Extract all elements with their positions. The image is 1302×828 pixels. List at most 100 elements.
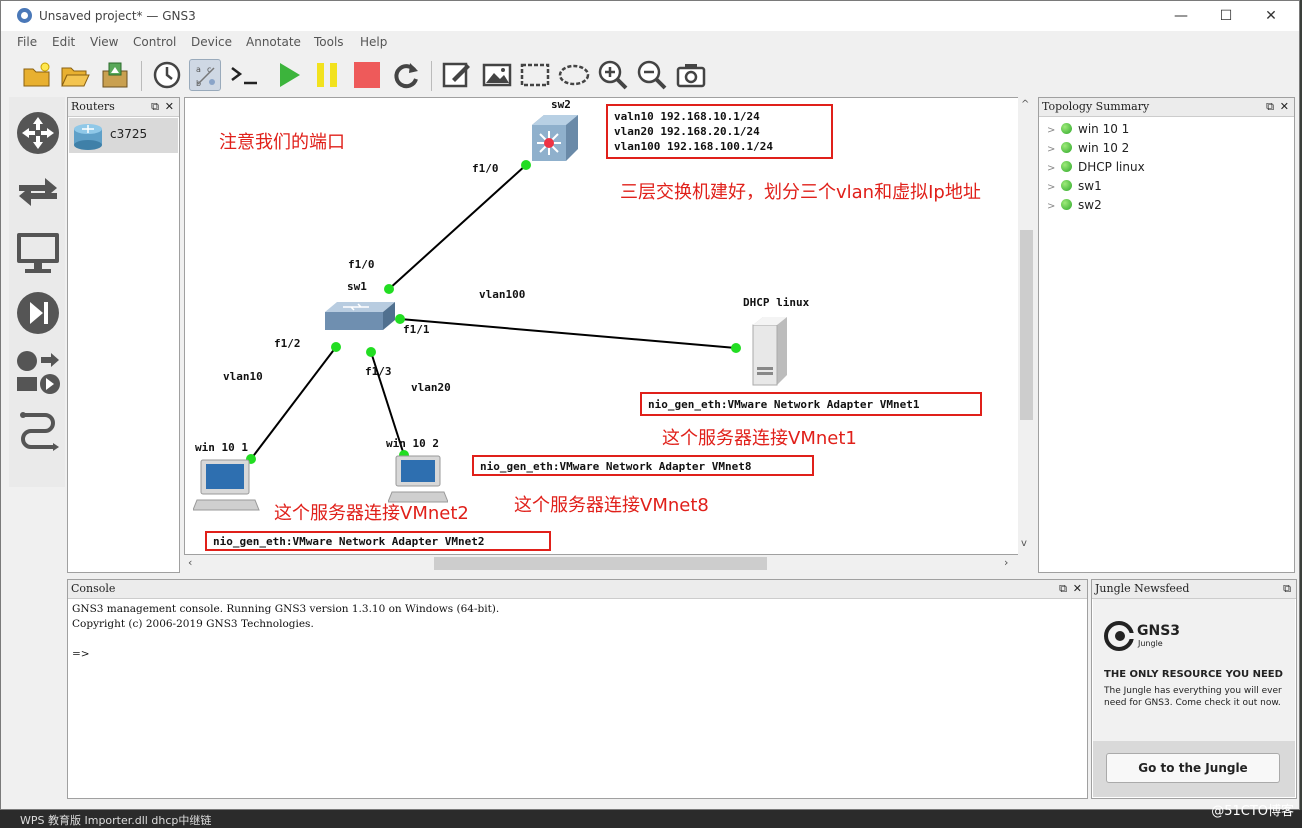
float-panel-icon[interactable]: ⧉ [1059, 580, 1067, 598]
end-devices-category-icon[interactable] [13, 227, 63, 279]
draw-rectangle-icon[interactable] [519, 59, 551, 91]
new-project-icon[interactable] [21, 59, 53, 91]
add-note-icon[interactable] [441, 59, 473, 91]
all-devices-category-icon[interactable] [13, 347, 63, 399]
expand-chevron-icon[interactable]: > [1047, 159, 1061, 178]
port-dot [331, 342, 341, 352]
scroll-right-icon[interactable]: › [1004, 556, 1008, 569]
status-green-icon [1061, 123, 1072, 134]
canvas-vertical-scrollbar[interactable]: ^ v [1018, 97, 1035, 555]
console-panel[interactable]: Console ⧉ ✕ GNS3 management console. Run… [67, 579, 1088, 799]
scroll-left-icon[interactable]: ‹ [188, 556, 192, 569]
vlan-ip-note: valn10 192.168.10.1/24 vlan20 192.168.20… [606, 104, 833, 159]
gns3-chameleon-logo-icon [1104, 621, 1135, 651]
menu-tools[interactable]: Tools [314, 35, 344, 49]
security-devices-category-icon[interactable] [13, 287, 63, 339]
pc-icon[interactable] [193, 458, 261, 516]
switches-category-icon[interactable] [13, 165, 63, 217]
topology-links [246, 160, 741, 464]
topology-item[interactable]: > sw1 [1047, 177, 1102, 196]
port-label: f1/0 [472, 162, 499, 175]
screenshot-icon[interactable] [675, 59, 707, 91]
multilayer-switch-icon[interactable] [528, 113, 580, 163]
gns3-window: Unsaved project* — GNS3 — ☐ ✕ File Edit … [0, 0, 1300, 810]
vmnet2-note: 这个服务器连接VMnet2 [274, 503, 469, 524]
menu-annotate[interactable]: Annotate [246, 35, 301, 49]
scroll-up-icon[interactable]: ^ [1021, 99, 1029, 110]
ports-note: 注意我们的端口 [219, 132, 345, 153]
console-prompt[interactable]: => [72, 647, 499, 662]
scroll-thumb[interactable] [434, 557, 767, 570]
router-item-c3725[interactable]: c3725 [69, 118, 178, 153]
minimize-button[interactable]: — [1161, 5, 1201, 27]
open-project-icon[interactable] [59, 59, 91, 91]
zoom-out-icon[interactable] [636, 59, 668, 91]
menu-view[interactable]: View [90, 35, 118, 49]
close-panel-icon[interactable]: ✕ [1280, 98, 1289, 116]
node-label-win1: win 10 1 [195, 441, 248, 454]
switch-icon[interactable] [323, 298, 397, 334]
menu-device[interactable]: Device [191, 35, 232, 49]
routers-panel-title: Routers [68, 98, 179, 117]
add-link-icon[interactable] [13, 407, 63, 459]
close-panel-icon[interactable]: ✕ [165, 98, 174, 116]
node-label-win2: win 10 2 [386, 437, 439, 450]
taskbar: WPS 教育版 Importer.dll dhcp中继链 [0, 810, 1302, 828]
topology-item[interactable]: > sw2 [1047, 196, 1102, 215]
topology-item[interactable]: > win 10 1 [1047, 120, 1129, 139]
start-all-icon[interactable] [273, 59, 305, 91]
topology-item[interactable]: > win 10 2 [1047, 139, 1129, 158]
topology-canvas[interactable]: sw2 f1/0 valn10 192.168.10.1/24 vlan20 1… [184, 97, 1019, 555]
maximize-button[interactable]: ☐ [1206, 5, 1246, 27]
canvas-horizontal-scrollbar[interactable]: ‹ › [184, 555, 1018, 572]
stop-all-icon[interactable] [351, 59, 383, 91]
topology-summary-panel: Topology Summary ⧉ ✕ > win 10 1 > win 10 2… [1038, 97, 1295, 573]
vlan-line: vlan20 192.168.20.1/24 [614, 125, 760, 138]
snapshot-clock-icon[interactable] [151, 59, 183, 91]
suspend-all-icon[interactable] [311, 59, 343, 91]
watermark: @51CTO博客 [1211, 804, 1294, 819]
router-item-label: c3725 [110, 127, 148, 141]
close-button[interactable]: ✕ [1251, 5, 1291, 27]
menu-edit[interactable]: Edit [52, 35, 75, 49]
float-panel-icon[interactable]: ⧉ [151, 98, 159, 116]
insert-picture-icon[interactable] [481, 59, 513, 91]
close-panel-icon[interactable]: ✕ [1073, 580, 1082, 598]
draw-ellipse-icon[interactable] [558, 59, 590, 91]
window-title: Unsaved project* — GNS3 [39, 9, 196, 23]
node-label-dhcp: DHCP linux [743, 296, 810, 309]
console-icon[interactable] [229, 59, 261, 91]
scroll-thumb[interactable] [1020, 230, 1033, 420]
node-label-sw1: sw1 [347, 280, 367, 293]
menu-file[interactable]: File [17, 35, 37, 49]
show-interface-labels-icon[interactable]: acb [189, 59, 221, 91]
scroll-down-icon[interactable]: v [1021, 538, 1027, 549]
menu-help[interactable]: Help [360, 35, 387, 49]
console-title: Console [68, 580, 1087, 599]
status-green-icon [1061, 142, 1072, 153]
port-label: f1/2 [274, 337, 301, 350]
float-panel-icon[interactable]: ⧉ [1266, 98, 1274, 116]
newsfeed-content: GNS3 Jungle THE ONLY RESOURCE YOU NEED T… [1093, 599, 1295, 797]
vmnet1-note: 这个服务器连接VMnet1 [662, 428, 857, 449]
vlan-label: vlan20 [411, 381, 451, 394]
save-project-icon[interactable] [99, 59, 131, 91]
expand-chevron-icon[interactable]: > [1047, 121, 1061, 140]
routers-category-icon[interactable] [13, 107, 63, 159]
link-sw2-sw1 [388, 164, 527, 290]
expand-chevron-icon[interactable]: > [1047, 197, 1061, 216]
expand-chevron-icon[interactable]: > [1047, 178, 1061, 197]
expand-chevron-icon[interactable]: > [1047, 140, 1061, 159]
reload-all-icon[interactable] [390, 59, 422, 91]
port-label: f1/0 [348, 258, 375, 271]
status-green-icon [1061, 199, 1072, 210]
taskbar-items[interactable]: WPS 教育版 Importer.dll dhcp中继链 [20, 812, 211, 828]
port-dot [366, 347, 376, 357]
zoom-in-icon[interactable] [597, 59, 629, 91]
server-icon[interactable] [749, 315, 789, 387]
menu-control[interactable]: Control [133, 35, 176, 49]
menu-bar: File Edit View Control Device Annotate T… [1, 33, 1299, 53]
float-panel-icon[interactable]: ⧉ [1283, 580, 1291, 598]
go-to-jungle-button[interactable]: Go to the Jungle [1106, 753, 1280, 783]
topology-item[interactable]: > DHCP linux [1047, 158, 1145, 177]
